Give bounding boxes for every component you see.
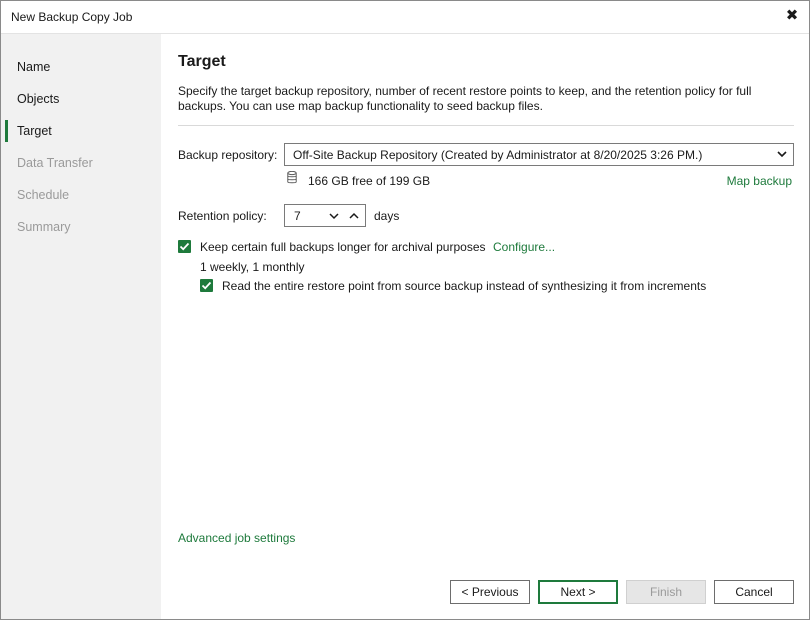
sidebar-item-name[interactable]: Name bbox=[17, 60, 50, 74]
close-icon[interactable]: ✖ bbox=[783, 7, 801, 25]
advanced-job-settings-link[interactable]: Advanced job settings bbox=[178, 531, 295, 545]
page-description: Specify the target backup repository, nu… bbox=[178, 84, 752, 113]
repository-free-space: 166 GB free of 199 GB bbox=[308, 174, 431, 188]
sidebar-item-objects[interactable]: Objects bbox=[17, 92, 59, 106]
retention-policy-label: Retention policy: bbox=[178, 209, 267, 223]
chevron-down-icon[interactable] bbox=[329, 211, 339, 221]
backup-repository-value: Off-Site Backup Repository (Created by A… bbox=[293, 148, 703, 162]
window-title: New Backup Copy Job bbox=[11, 10, 133, 24]
map-backup-link[interactable]: Map backup bbox=[727, 174, 792, 188]
retention-unit-label: days bbox=[374, 209, 400, 223]
next-button[interactable]: Next > bbox=[538, 580, 618, 604]
header-divider bbox=[178, 125, 794, 126]
archival-summary: 1 weekly, 1 monthly bbox=[200, 260, 305, 274]
archival-checkbox[interactable] bbox=[178, 240, 191, 253]
page-title: Target bbox=[178, 53, 226, 70]
previous-button[interactable]: < Previous bbox=[450, 580, 530, 604]
archival-label: Keep certain full backups longer for arc… bbox=[200, 240, 486, 254]
sidebar-item-summary: Summary bbox=[17, 220, 71, 234]
database-icon bbox=[287, 171, 297, 184]
backup-repository-label: Backup repository: bbox=[178, 148, 278, 162]
retention-policy-value[interactable]: 7 bbox=[294, 209, 301, 223]
read-entire-label: Read the entire restore point from sourc… bbox=[222, 279, 707, 293]
read-entire-checkbox[interactable] bbox=[200, 279, 213, 292]
chevron-down-icon bbox=[777, 151, 787, 158]
backup-repository-select[interactable]: Off-Site Backup Repository (Created by A… bbox=[284, 143, 794, 166]
dialog-window: New Backup Copy Job ✖ Name Objects Targe… bbox=[0, 0, 810, 620]
wizard-sidebar bbox=[1, 34, 161, 619]
retention-policy-stepper[interactable]: 7 bbox=[284, 204, 366, 227]
sidebar-item-data-transfer: Data Transfer bbox=[17, 156, 93, 170]
sidebar-item-schedule: Schedule bbox=[17, 188, 70, 202]
active-step-indicator bbox=[5, 120, 8, 142]
chevron-up-icon[interactable] bbox=[349, 211, 359, 221]
title-bar: New Backup Copy Job ✖ bbox=[1, 1, 809, 34]
cancel-button[interactable]: Cancel bbox=[714, 580, 794, 604]
sidebar-item-target[interactable]: Target bbox=[17, 124, 52, 138]
finish-button: Finish bbox=[626, 580, 706, 604]
checkmark-icon bbox=[201, 281, 212, 290]
checkmark-icon bbox=[179, 242, 190, 251]
configure-link[interactable]: Configure... bbox=[493, 240, 555, 254]
